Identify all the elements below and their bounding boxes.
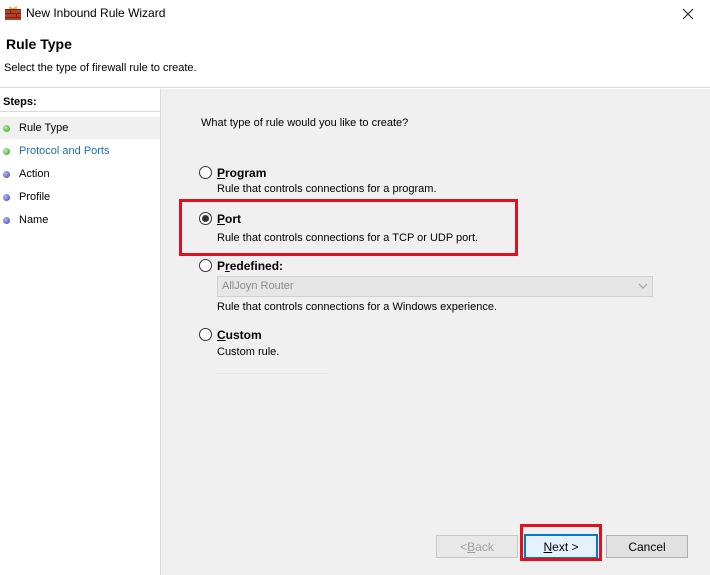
port-option-highlight xyxy=(179,199,518,256)
next-button-highlight xyxy=(520,524,602,561)
step-label: Rule Type xyxy=(19,122,69,134)
custom-option-label[interactable]: Custom xyxy=(217,328,262,342)
close-icon xyxy=(682,8,694,20)
step-label: Name xyxy=(19,214,49,226)
rule-type-content: What type of rule would you like to crea… xyxy=(165,89,710,575)
steps-heading: Steps: xyxy=(3,96,37,108)
wizard-body: Steps: Rule Type Protocol and Ports Acti… xyxy=(0,89,710,575)
custom-radio[interactable] xyxy=(199,328,212,341)
program-option-label[interactable]: Program xyxy=(217,166,266,180)
predefined-option-label[interactable]: Predefined: xyxy=(217,259,283,273)
program-option-description: Rule that controls connections for a pro… xyxy=(217,183,437,195)
steps-panel: Steps: Rule Type Protocol and Ports Acti… xyxy=(0,89,161,575)
step-label: Profile xyxy=(19,191,51,203)
program-radio[interactable] xyxy=(199,166,212,179)
page-subtitle: Select the type of firewall rule to crea… xyxy=(4,62,197,74)
steps-divider xyxy=(0,111,160,112)
window-title: New Inbound Rule Wizard xyxy=(26,6,166,20)
custom-option-description: Custom rule. xyxy=(217,346,280,358)
step-pending-dot xyxy=(3,170,10,178)
step-completed-dot xyxy=(3,147,10,155)
close-button[interactable] xyxy=(666,0,710,28)
predefined-select: AllJoyn Router xyxy=(217,276,653,297)
separator-line xyxy=(216,373,328,374)
page-title: Rule Type xyxy=(6,36,72,52)
firewall-wizard-icon xyxy=(5,6,21,20)
step-action[interactable]: Action xyxy=(0,163,160,185)
back-button[interactable]: < Back xyxy=(436,535,518,558)
predefined-option-description: Rule that controls connections for a Win… xyxy=(217,301,498,313)
step-pending-dot xyxy=(3,216,10,224)
title-bar: New Inbound Rule Wizard xyxy=(0,0,710,28)
predefined-radio[interactable] xyxy=(199,259,212,272)
step-pending-dot xyxy=(3,193,10,201)
step-rule-type[interactable]: Rule Type xyxy=(0,117,160,139)
chevron-down-icon xyxy=(638,283,648,289)
step-protocol-and-ports[interactable]: Protocol and Ports xyxy=(0,140,160,162)
step-profile[interactable]: Profile xyxy=(0,186,160,208)
cancel-button[interactable]: Cancel xyxy=(606,535,688,558)
wizard-header: Rule Type Select the type of firewall ru… xyxy=(0,28,710,88)
predefined-select-value: AllJoyn Router xyxy=(222,280,294,292)
rule-type-question: What type of rule would you like to crea… xyxy=(201,117,409,129)
step-name[interactable]: Name xyxy=(0,209,160,231)
step-completed-dot xyxy=(3,124,10,132)
step-label: Protocol and Ports xyxy=(19,145,110,157)
step-label: Action xyxy=(19,168,50,180)
